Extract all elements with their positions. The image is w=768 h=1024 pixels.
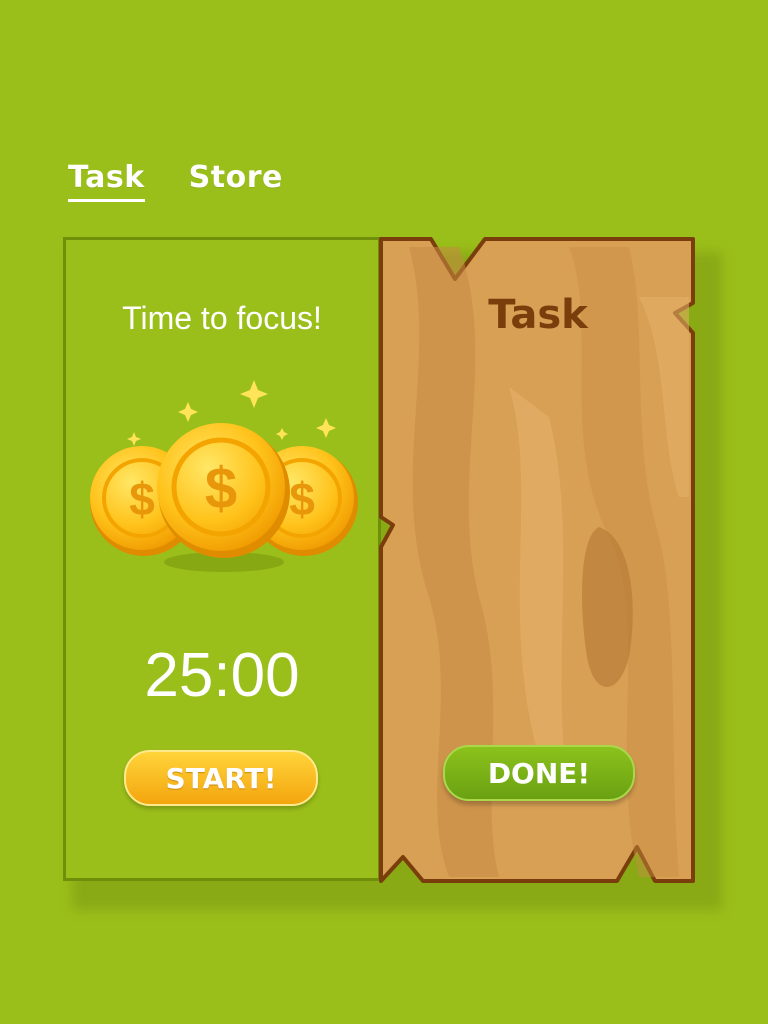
tab-store[interactable]: Store — [189, 160, 283, 202]
coin-icon-center: $ — [157, 423, 290, 572]
coin-symbol-center: $ — [205, 456, 237, 521]
tab-task[interactable]: Task — [68, 160, 145, 202]
main-card: Time to focus! $ $ $ 25:00 START! Task D… — [63, 237, 695, 883]
focus-title: Time to focus! — [122, 300, 322, 336]
done-button[interactable]: DONE! — [443, 745, 635, 801]
coin-symbol-right: $ — [289, 473, 315, 525]
timer-display: 25:00 — [144, 641, 300, 710]
coins-illustration: $ $ $ — [90, 380, 358, 572]
task-title: Task — [488, 292, 588, 338]
focus-panel: Time to focus! $ $ $ 25:00 START! — [63, 237, 381, 881]
top-tabs: Task Store — [68, 160, 283, 202]
coin-symbol-left: $ — [129, 473, 155, 525]
start-button[interactable]: START! — [124, 750, 318, 806]
